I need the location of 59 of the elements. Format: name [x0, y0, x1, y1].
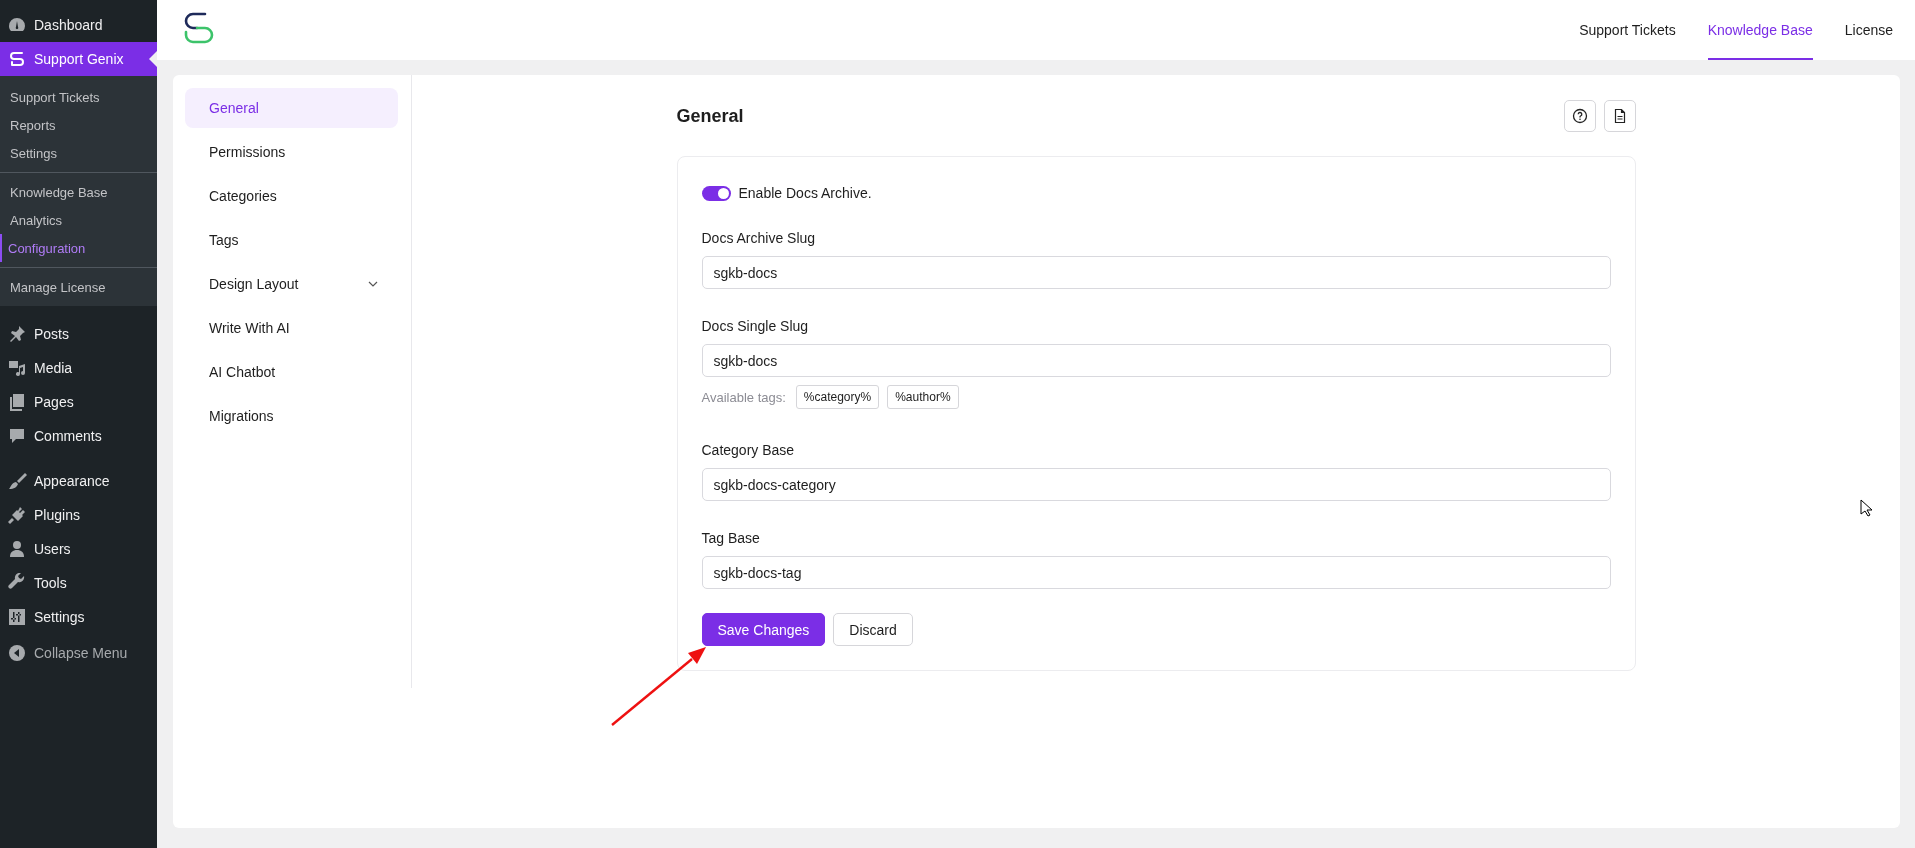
field-label: Docs Archive Slug — [701, 230, 817, 246]
admin-submenu-item[interactable]: Knowledge Base — [0, 178, 157, 206]
admin-menu-item[interactable]: Media — [0, 351, 157, 385]
help-button[interactable] — [1563, 100, 1596, 132]
settings-nav-item[interactable]: General — [185, 88, 398, 128]
admin-submenu-item[interactable]: Analytics — [0, 206, 157, 234]
settings-nav-item[interactable]: Tags — [185, 220, 398, 260]
sliders-icon — [7, 607, 27, 627]
tags-label: Available tags: — [701, 389, 786, 405]
settings-nav-item[interactable]: Write With AI — [185, 308, 398, 348]
header-tab[interactable]: License — [1844, 0, 1893, 60]
text-input[interactable]: sgkb-docs-category — [701, 468, 1611, 501]
section-title: General — [676, 105, 744, 127]
document-button[interactable] — [1603, 100, 1636, 132]
admin-menu-item[interactable]: Posts — [0, 317, 157, 351]
settings-nav-item[interactable]: Categories — [185, 176, 398, 216]
brush-icon — [7, 471, 27, 491]
tag-chip[interactable]: %author% — [887, 385, 959, 409]
admin-menu-item[interactable]: Appearance — [0, 464, 157, 498]
field-label: Docs Single Slug — [701, 318, 810, 334]
cursor-icon — [1860, 499, 1872, 517]
toggle-switch[interactable] — [701, 185, 731, 201]
admin-submenu-item[interactable]: Support Tickets — [0, 83, 157, 111]
admin-menu-item[interactable]: Plugins — [0, 498, 157, 532]
settings-nav-item[interactable]: Permissions — [185, 132, 398, 172]
discard-button[interactable]: Discard — [833, 613, 913, 646]
admin-submenu-item[interactable]: Reports — [0, 111, 157, 139]
header-tab[interactable]: Knowledge Base — [1707, 0, 1813, 60]
header-tab[interactable]: Support Tickets — [1579, 0, 1676, 60]
collapse-icon — [7, 643, 27, 663]
pages-icon — [7, 392, 27, 412]
save-button[interactable]: Save Changes — [701, 613, 826, 646]
plug-icon — [7, 505, 27, 525]
admin-menu-item[interactable]: Users — [0, 532, 157, 566]
field-label: Category Base — [701, 442, 796, 458]
admin-menu-item[interactable]: Pages — [0, 385, 157, 419]
admin-submenu-item[interactable]: Settings — [0, 139, 157, 167]
text-input[interactable]: sgkb-docs — [701, 256, 1611, 289]
settings-nav-item[interactable]: AI Chatbot — [185, 352, 398, 392]
logo-icon — [7, 49, 27, 69]
admin-menu-item[interactable]: Support Genix — [0, 42, 157, 76]
user-icon — [7, 539, 27, 559]
text-input[interactable]: sgkb-docs — [701, 344, 1611, 377]
tag-chip[interactable]: %category% — [795, 385, 880, 409]
admin-menu-item[interactable]: Comments — [0, 419, 157, 453]
admin-submenu-item[interactable]: Manage License — [0, 273, 157, 301]
field-label: Tag Base — [701, 530, 761, 546]
help-icon — [1571, 108, 1588, 124]
settings-nav-item[interactable]: Migrations — [185, 396, 398, 436]
admin-menu-item[interactable]: Dashboard — [0, 8, 157, 42]
chevron-down-icon — [368, 281, 378, 287]
text-input[interactable]: sgkb-docs-tag — [701, 556, 1611, 589]
media-icon — [7, 358, 27, 378]
admin-menu-item[interactable]: Tools — [0, 566, 157, 600]
comment-icon — [7, 426, 27, 446]
settings-nav-item[interactable]: Design Layout — [185, 264, 398, 304]
toggle-label: Enable Docs Archive. — [738, 185, 872, 201]
admin-menu-item[interactable]: Settings — [0, 600, 157, 634]
collapse-menu-button[interactable]: Collapse Menu — [0, 636, 157, 670]
